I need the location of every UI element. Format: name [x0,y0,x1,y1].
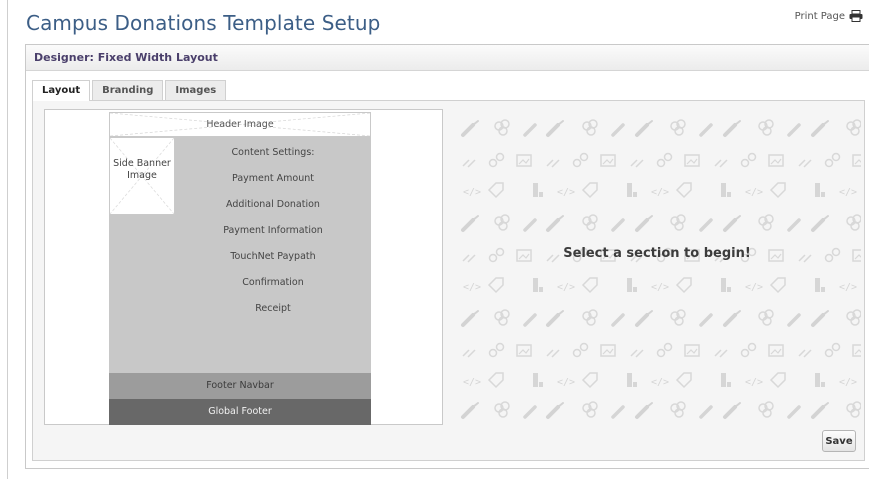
select-section-message: Select a section to begin! [563,246,751,261]
printer-icon [849,10,863,22]
tab-bar: Layout Branding Images [32,80,227,101]
tab-images[interactable]: Images [165,80,227,100]
layout-tab-body: Header Image Side Banner Image Content S… [32,100,865,461]
section-receipt[interactable]: Receipt [175,296,371,322]
layout-preview: Header Image Side Banner Image Content S… [44,109,443,425]
side-banner-image-section[interactable]: Side Banner Image [109,137,175,215]
tab-layout[interactable]: Layout [32,80,91,101]
section-touchnet-paypath[interactable]: TouchNet Paypath [175,244,371,270]
content-settings-heading: Content Settings: [231,147,315,158]
tab-branding[interactable]: Branding [92,80,164,100]
designer-panel: Designer: Fixed Width Layout Layout Bran… [25,44,869,469]
content-sections: Content Settings: Payment Amount Additio… [175,140,371,322]
global-footer-section[interactable]: Global Footer [109,399,371,425]
page-frame: Campus Donations Template Setup Print Pa… [7,0,869,479]
section-payment-amount[interactable]: Payment Amount [175,166,371,192]
save-button[interactable]: Save [822,430,856,452]
pattern-icons: </> [461,119,861,419]
header-image-label: Header Image [206,119,274,130]
section-payment-information[interactable]: Payment Information [175,218,371,244]
print-page-label: Print Page [794,10,845,22]
background-pattern: </> [453,103,861,425]
print-page-link[interactable]: Print Page [795,10,863,22]
footer-navbar-section[interactable]: Footer Navbar [109,373,371,399]
section-additional-donation[interactable]: Additional Donation [175,192,371,218]
header-image-section[interactable]: Header Image [109,112,371,137]
page-title: Campus Donations Template Setup [26,11,381,35]
panel-header: Designer: Fixed Width Layout [26,45,869,71]
section-confirmation[interactable]: Confirmation [175,270,371,296]
